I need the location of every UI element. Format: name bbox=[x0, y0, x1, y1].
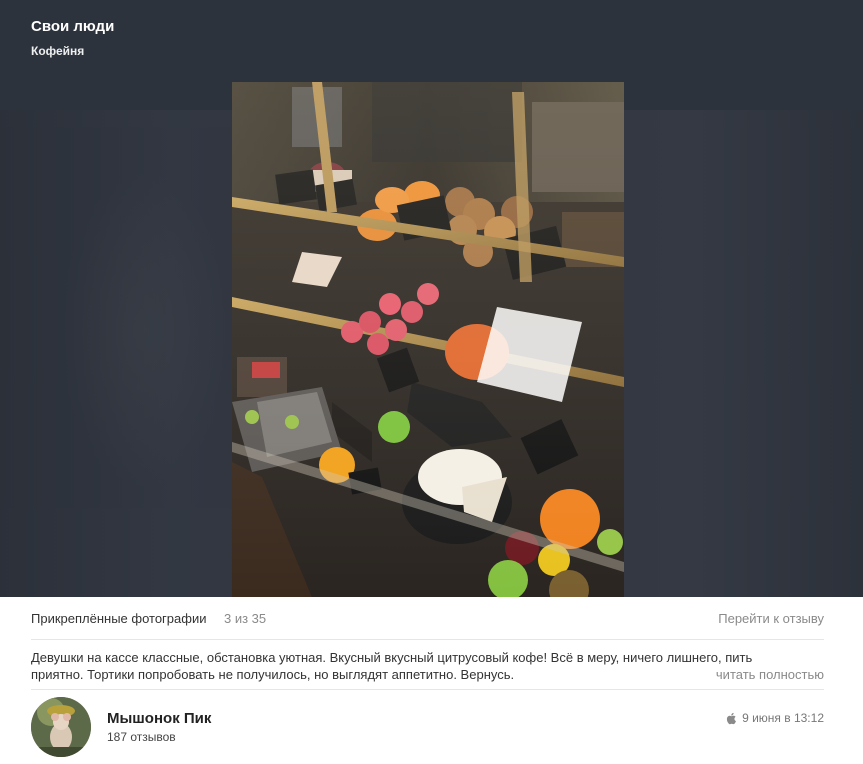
showcase-photo-image bbox=[232, 82, 624, 597]
review-text: Девушки на кассе классные, обстановка ую… bbox=[31, 650, 753, 682]
review-date-text: 9 июня в 13:12 bbox=[742, 711, 824, 725]
photo-counter: 3 из 35 bbox=[224, 611, 267, 626]
review-author: Мышонок Пик 187 отзывов 9 июня в 13:12 bbox=[31, 690, 824, 764]
photo-info-panel: Прикреплённые фотографии 3 из 35 Перейти… bbox=[0, 597, 863, 764]
apple-icon bbox=[726, 712, 737, 724]
place-type: Кофейня bbox=[31, 44, 85, 58]
attached-photos-label: Прикреплённые фотографии bbox=[31, 611, 207, 626]
author-name[interactable]: Мышонок Пик bbox=[107, 710, 211, 727]
read-more-link[interactable]: читать полностью bbox=[709, 666, 824, 683]
go-to-review-link[interactable]: Перейти к отзыву bbox=[718, 611, 824, 626]
review-date: 9 июня в 13:12 bbox=[726, 711, 824, 725]
avatar[interactable] bbox=[31, 697, 91, 757]
avatar-image bbox=[31, 697, 91, 757]
review-snippet: Девушки на кассе классные, обстановка ую… bbox=[31, 640, 824, 690]
attached-photos-row: Прикреплённые фотографии 3 из 35 Перейти… bbox=[31, 597, 824, 640]
place-name[interactable]: Свои люди bbox=[31, 18, 114, 35]
author-reviews-count: 187 отзывов bbox=[107, 730, 176, 744]
photo-viewer: Свои люди Кофейня bbox=[0, 0, 863, 597]
review-photo[interactable] bbox=[232, 82, 624, 597]
